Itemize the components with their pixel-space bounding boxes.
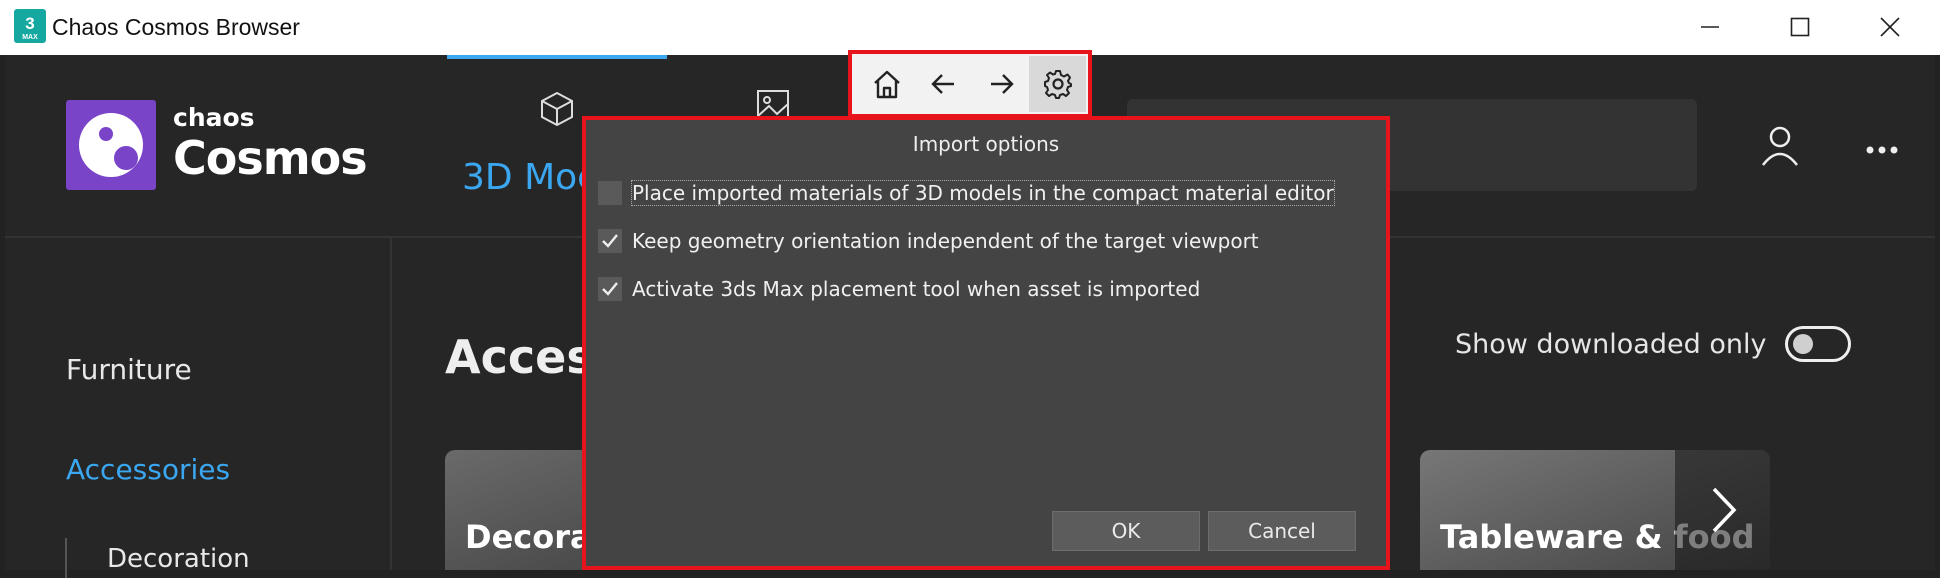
logo-text-small: chaos xyxy=(173,103,255,132)
minimize-icon xyxy=(1701,26,1719,28)
sidebar-item-accessories[interactable]: Accessories xyxy=(66,453,230,486)
option-label: Activate 3ds Max placement tool when ass… xyxy=(632,277,1201,301)
forward-button[interactable] xyxy=(972,56,1029,112)
cosmos-logo-icon xyxy=(79,113,143,177)
cancel-button[interactable]: Cancel xyxy=(1208,511,1356,551)
cube-icon xyxy=(538,90,576,132)
option-label: Keep geometry orientation independent of… xyxy=(632,229,1259,253)
import-options-dialog: Import options Place imported materials … xyxy=(582,116,1390,570)
show-downloaded-toggle[interactable] xyxy=(1785,326,1851,362)
app-icon-subtext: MAX xyxy=(22,34,38,41)
category-sidebar: Furniture Accessories Decoration xyxy=(5,238,392,578)
chevron-right-icon xyxy=(1712,487,1736,533)
ok-button[interactable]: OK xyxy=(1052,511,1200,551)
back-button[interactable] xyxy=(915,56,972,112)
tab-3d-models[interactable]: 3D Moc xyxy=(462,157,597,198)
option-label: Place imported materials of 3D models in… xyxy=(631,180,1335,206)
gear-icon xyxy=(1043,70,1072,99)
home-button[interactable] xyxy=(858,56,915,112)
close-icon xyxy=(1880,17,1900,37)
settings-button[interactable] xyxy=(1029,56,1086,112)
app-icon: 3 MAX xyxy=(14,9,46,43)
user-icon[interactable] xyxy=(1760,125,1800,171)
sidebar-subitem-line xyxy=(65,538,67,578)
sidebar-item-furniture[interactable]: Furniture xyxy=(66,353,192,386)
minimize-button[interactable] xyxy=(1680,6,1740,48)
checkbox-keep-geometry-orientation[interactable] xyxy=(598,229,622,253)
home-icon xyxy=(873,70,900,99)
option-activate-placement-tool[interactable]: Activate 3ds Max placement tool when ass… xyxy=(598,277,1200,301)
checkmark-icon xyxy=(602,234,618,248)
window-titlebar: 3 MAX Chaos Cosmos Browser xyxy=(0,0,1940,55)
cosmos-logo[interactable] xyxy=(66,100,156,190)
carousel-next-button[interactable] xyxy=(1675,450,1770,570)
browser-nav-toolbar xyxy=(848,50,1092,118)
category-card-tableware[interactable]: Tableware & food xyxy=(1420,450,1770,570)
logo-text-big: Cosmos xyxy=(173,131,368,185)
card-title: Decora xyxy=(465,518,592,556)
option-keep-geometry-orientation[interactable]: Keep geometry orientation independent of… xyxy=(598,229,1259,253)
checkmark-icon xyxy=(602,282,618,296)
window-title: Chaos Cosmos Browser xyxy=(52,14,300,40)
page-title: Acces xyxy=(445,330,594,384)
option-compact-material-editor[interactable]: Place imported materials of 3D models in… xyxy=(598,180,1335,206)
arrow-left-icon xyxy=(930,74,954,94)
arrow-right-icon xyxy=(990,74,1014,94)
checkbox-activate-placement-tool[interactable] xyxy=(598,277,622,301)
active-tab-indicator xyxy=(447,55,667,59)
dialog-title: Import options xyxy=(912,132,1060,156)
maximize-button[interactable] xyxy=(1770,6,1830,48)
close-button[interactable] xyxy=(1860,6,1920,48)
checkbox-compact-material-editor[interactable] xyxy=(598,181,622,205)
app-icon-text: 3 xyxy=(25,14,35,33)
maximize-icon xyxy=(1790,17,1810,37)
more-options-icon[interactable] xyxy=(1865,140,1899,159)
toggle-knob xyxy=(1793,334,1813,354)
show-downloaded-label: Show downloaded only xyxy=(1455,329,1767,360)
